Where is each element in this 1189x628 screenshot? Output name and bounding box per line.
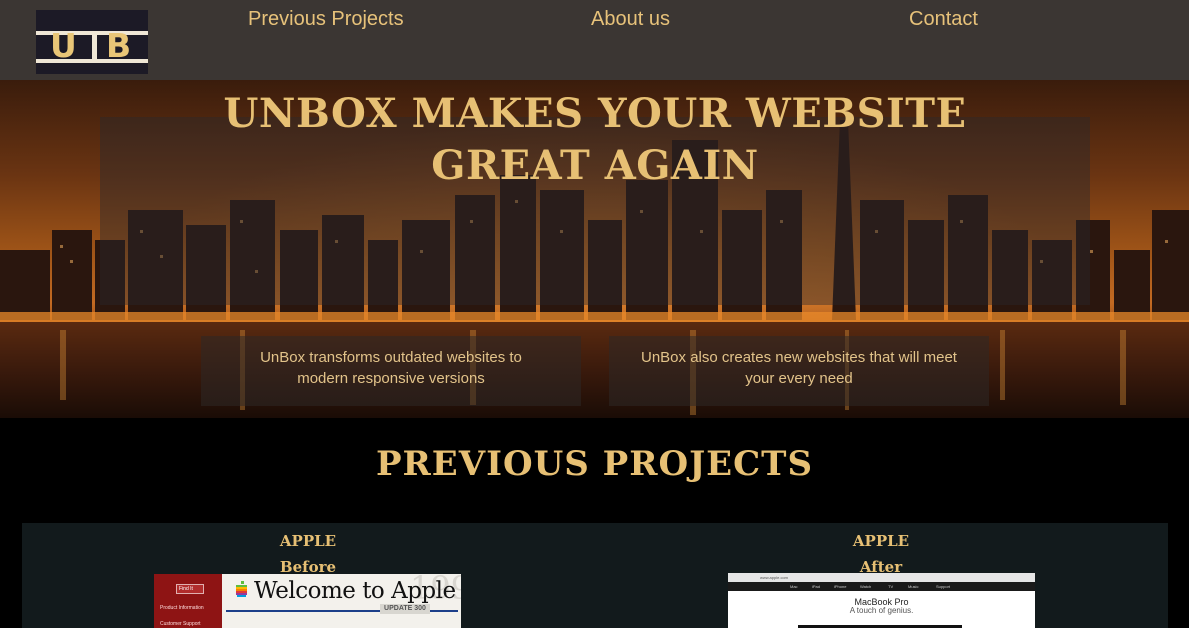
screenshot-url: www.apple.com	[760, 575, 789, 580]
screenshot-heading: Welcome to Apple	[254, 578, 456, 604]
feature-box-create-line-2: your every need	[745, 370, 853, 387]
screenshot-nav-item: Music	[908, 584, 919, 589]
screenshot-browser-chrome: www.apple.com	[728, 573, 1035, 582]
screenshot-site-nav: Mac iPad iPhone Watch TV Music Support	[728, 582, 1035, 591]
hero-title-line-2: GREAT AGAIN	[431, 142, 759, 189]
screenshot-nav-item: TV	[888, 584, 894, 589]
screenshot-badge: UPDATE 300	[380, 604, 430, 614]
logo-letter-u: U	[50, 26, 77, 65]
site-header: U B Previous Projects About us Contact	[0, 0, 1189, 80]
logo-letter-b: B	[106, 26, 132, 65]
feature-box-transform-line-1: UnBox transforms outdated websites to	[260, 349, 522, 366]
feature-box-transform-line-2: modern responsive versions	[297, 370, 485, 387]
feature-box-create-line-1: UnBox also creates new websites that wil…	[641, 349, 957, 366]
screenshot-menu-item: Product Information	[160, 605, 204, 611]
feature-box-create: UnBox also creates new websites that wil…	[609, 336, 989, 406]
screenshot-nav-item: iPad	[812, 584, 821, 589]
project-after-screenshot[interactable]: www.apple.com Mac iPad iPhone Watch TV M…	[728, 573, 1035, 628]
nav-previous-projects[interactable]: Previous Projects	[248, 8, 404, 31]
hero-title: UNBOX MAKES YOUR WEBSITE GREAT AGAIN	[100, 88, 1090, 192]
screenshot-menu-item: Customer Support	[160, 621, 201, 627]
screenshot-nav-item: iPhone	[834, 584, 847, 589]
logo-divider	[92, 35, 97, 59]
nav-about-us[interactable]: About us	[591, 8, 670, 31]
screenshot-find-button: Find It	[176, 584, 204, 594]
screenshot-nav-item: Support	[936, 584, 951, 589]
nav-contact[interactable]: Contact	[909, 8, 978, 31]
screenshot-tagline: A touch of genius.	[849, 606, 914, 615]
feature-box-transform: UnBox transforms outdated websites to mo…	[201, 336, 581, 406]
hero-title-line-1: UNBOX MAKES YOUR WEBSITE	[223, 90, 967, 137]
section-title-previous-projects: PREVIOUS PROJECTS	[375, 444, 814, 484]
screenshot-sidebar: Find It Product Information Customer Sup…	[154, 574, 222, 628]
unbox-logo[interactable]: U B	[36, 10, 148, 74]
screenshot-nav-item: Mac	[790, 584, 798, 589]
project-name-after: APPLE	[852, 532, 910, 550]
project-name-before: APPLE	[279, 532, 337, 550]
screenshot-nav-item: Watch	[860, 584, 872, 589]
project-before-screenshot[interactable]: Find It Product Information Customer Sup…	[154, 574, 461, 628]
apple-rainbow-logo-icon	[236, 581, 247, 597]
